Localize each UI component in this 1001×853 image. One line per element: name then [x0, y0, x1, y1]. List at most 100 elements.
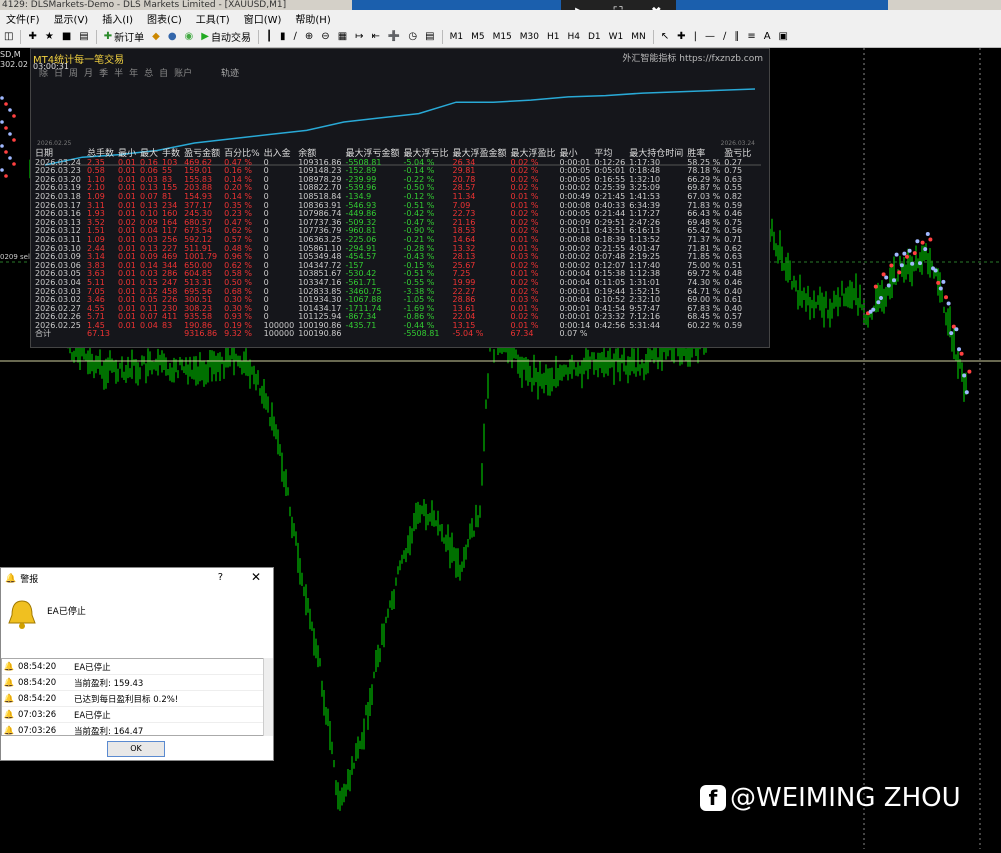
templates-icon[interactable]: ▤	[421, 31, 438, 42]
table-cell	[138, 330, 160, 339]
help-button[interactable]: ?	[218, 572, 223, 583]
trade-marker	[923, 247, 928, 252]
auto-trade-button[interactable]: ▶ 自动交易	[197, 29, 255, 44]
alert-log-scrollbar[interactable]	[263, 658, 273, 736]
menu-item-file[interactable]: 文件(F)	[6, 11, 40, 26]
menu-item-tools[interactable]: 工具(T)	[196, 11, 230, 26]
auto-scroll-icon[interactable]: ↦	[351, 31, 367, 42]
trade-marker	[894, 252, 899, 257]
table-cell: 0.04	[140, 320, 158, 330]
trade-marker	[925, 232, 930, 236]
trade-marker	[944, 295, 948, 300]
periods-icon[interactable]: ◷	[404, 31, 421, 42]
crosshair-icon[interactable]: ✚	[24, 31, 40, 42]
trade-marker	[907, 248, 912, 253]
table-body: 2026.03.24 2.35 0.01 0.16 103 469.62 0.47 % 0 10…	[33, 158, 757, 339]
timeframe-m15[interactable]: M15	[489, 32, 516, 42]
indicators-icon[interactable]: ➕	[384, 31, 404, 42]
tester-icon[interactable]: ▤	[75, 31, 92, 42]
list-item[interactable]: 🔔 08:54:20 已达到每日盈利目标 0.2%!	[2, 691, 266, 707]
alert-message: EA已停止	[74, 710, 111, 721]
list-item[interactable]: 🔔 08:54:20 EA已停止	[2, 659, 266, 675]
statistics-panel: MT4统计每一笔交易 03:00:31 外汇智能指标 https://fxznz…	[30, 48, 770, 348]
window-title: 4129: DLSMarkets-Demo - DLS Markets Limi…	[2, 0, 287, 10]
trade-marker	[4, 102, 8, 106]
zoom-out-icon[interactable]: ⊖	[317, 31, 333, 42]
toolbar-divider	[652, 29, 654, 44]
timeframe-m30[interactable]: M30	[516, 32, 543, 42]
text-tool-icon[interactable]: A	[760, 31, 775, 42]
trade-marker	[915, 239, 920, 244]
trade-marker	[12, 162, 16, 166]
close-button[interactable]: ✕	[251, 570, 261, 584]
timeframe-m5[interactable]: M5	[467, 32, 489, 42]
menu-item-charts[interactable]: 图表(C)	[147, 11, 182, 26]
toolbar: ◫ ✚ ★ ■ ▤ ✚ 新订单 ◆ ● ◉ ▶ 自动交易 ┃ ▮ ∕ ⊕ ⊖ ▦ ↦…	[0, 26, 1001, 48]
alert-time: 07:03:26	[18, 725, 57, 736]
line-chart-icon[interactable]: ∕	[290, 31, 301, 42]
table-cell: 0.59	[724, 320, 743, 330]
auto-trade-icon: ▶	[201, 31, 209, 42]
fibonacci-icon[interactable]: ≡	[743, 31, 759, 42]
timeframe-mn[interactable]: MN	[627, 32, 650, 42]
table-cell: -435.71	[345, 320, 377, 330]
table-cell	[116, 330, 138, 339]
bell-icon: 🔔	[3, 677, 15, 688]
trade-marker	[933, 268, 938, 273]
vertical-line-icon[interactable]: |	[690, 31, 701, 42]
list-item[interactable]: 🔔 07:03:26 当前盈利: 164.47	[2, 723, 266, 736]
ok-button[interactable]: OK	[107, 741, 165, 757]
timeframe-w1[interactable]: W1	[605, 32, 628, 42]
trade-marker	[879, 296, 883, 300]
signals-icon[interactable]: ●	[164, 31, 181, 42]
menu-item-window[interactable]: 窗口(W)	[244, 11, 282, 26]
label-tool-icon[interactable]: ▣	[775, 31, 792, 42]
table-cell	[343, 330, 401, 339]
table-cell: 0:42:56	[594, 320, 626, 330]
alert-message: 当前盈利: 159.43	[74, 678, 144, 689]
facebook-icon: f	[700, 785, 726, 811]
trade-marker	[4, 174, 8, 178]
table-cell: 67.34	[510, 329, 534, 339]
timeframe-h4[interactable]: H4	[564, 32, 585, 42]
bell-icon: 🔔	[3, 661, 15, 672]
tile-icon[interactable]: ▦	[334, 31, 351, 42]
alert-time: 08:54:20	[18, 677, 57, 688]
bar-chart-icon[interactable]: ┃	[262, 31, 276, 42]
alert-log-list: 🔔 08:54:20 EA已停止 🔔 08:54:20 当前盈利: 159.43 🔔 08:5…	[1, 658, 267, 736]
table-cell: 60.22 %	[687, 320, 721, 330]
menu-item-help[interactable]: 帮助(H)	[295, 11, 330, 26]
channel-icon[interactable]: ∥	[730, 31, 743, 42]
list-item[interactable]: 🔔 08:54:20 当前盈利: 159.43	[2, 675, 266, 691]
candle-chart-icon[interactable]: ▮	[276, 31, 290, 42]
menu-item-view[interactable]: 显示(V)	[54, 11, 89, 26]
timeframe-d1[interactable]: D1	[584, 32, 605, 42]
trade-marker	[941, 279, 946, 284]
trade-marker	[899, 263, 904, 268]
table-cell: 0.07 %	[559, 329, 588, 339]
trade-marker	[8, 108, 12, 112]
cursor-icon[interactable]: ↖	[657, 31, 673, 42]
trade-marker	[959, 351, 964, 356]
timeframe-h1[interactable]: H1	[543, 32, 564, 42]
crosshair-tool-icon[interactable]: ✚	[673, 31, 689, 42]
timeframe-m1[interactable]: M1	[446, 32, 468, 42]
terminal-icon[interactable]: ■	[58, 31, 75, 42]
zoom-in-icon[interactable]: ⊕	[301, 31, 317, 42]
market-watch-icon[interactable]: ◆	[148, 31, 164, 42]
globe-icon[interactable]: ◉	[181, 31, 198, 42]
table-cell	[160, 330, 182, 339]
curve-start-date: 2026.02.25	[37, 140, 72, 147]
list-item[interactable]: 🔔 07:03:26 EA已停止	[2, 707, 266, 723]
new-chart-icon[interactable]: ◫	[0, 31, 17, 42]
trendline-icon[interactable]: ∕	[719, 31, 730, 42]
navigator-icon[interactable]: ★	[41, 31, 58, 42]
watermark: f @WEIMING ZHOU	[700, 783, 961, 813]
trade-marker	[881, 272, 886, 277]
table-row: 2026.02.25 1.45 0.01 0.04 83 190.86 0.19 % 1000…	[33, 320, 757, 331]
new-order-button[interactable]: ✚ 新订单	[100, 29, 148, 44]
chart-shift-icon[interactable]: ⇤	[368, 31, 384, 42]
menu-item-insert[interactable]: 插入(I)	[102, 11, 133, 26]
dialog-title-bar: 🔔 警报	[5, 572, 38, 586]
horizontal-line-icon[interactable]: —	[701, 31, 719, 42]
